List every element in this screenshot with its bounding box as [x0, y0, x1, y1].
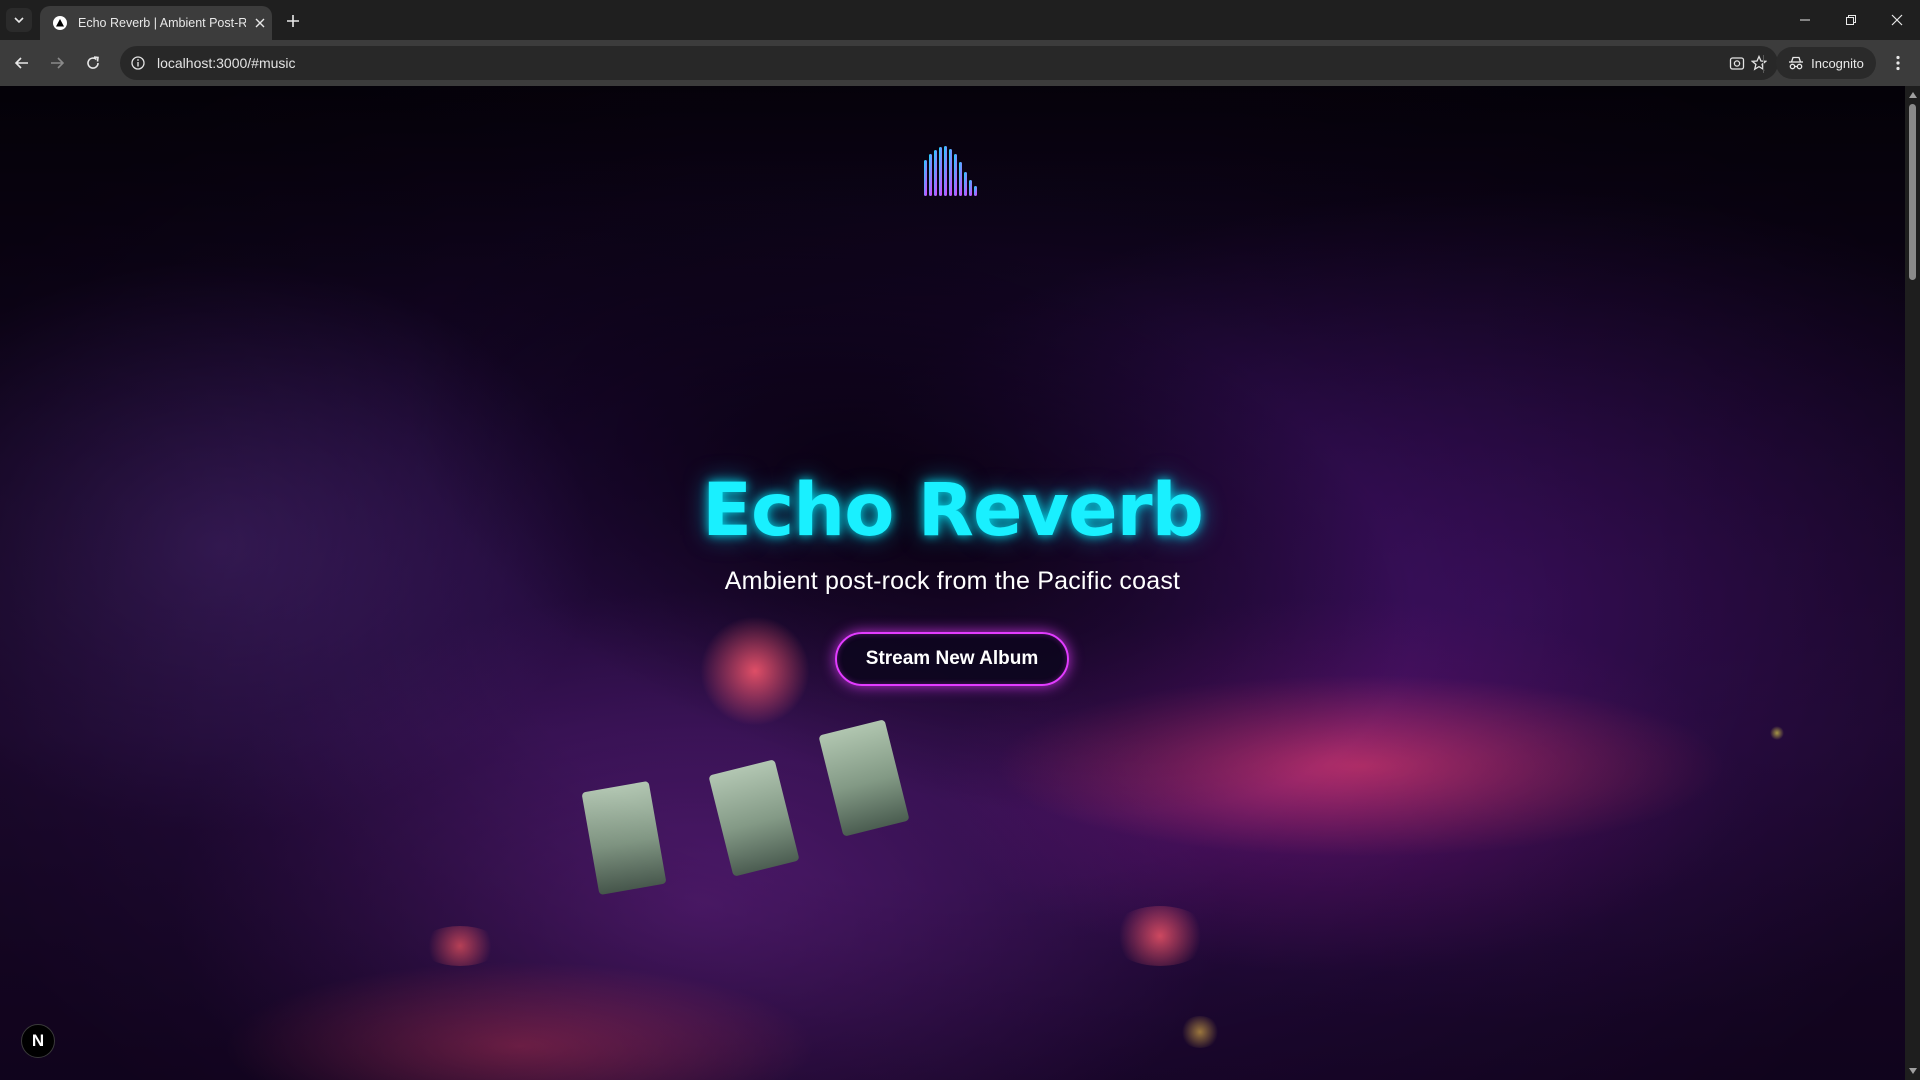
equalizer-bars-logo-icon: [924, 146, 977, 196]
back-button[interactable]: [10, 51, 34, 75]
close-window-button[interactable]: [1874, 0, 1920, 40]
browser-menu-button[interactable]: [1886, 51, 1910, 75]
tab-search-button[interactable]: [6, 8, 32, 32]
minimize-icon: [1800, 19, 1810, 21]
reload-icon: [87, 56, 99, 69]
hero-title: Echo Reverb: [702, 468, 1204, 553]
nextjs-dev-badge[interactable]: N: [21, 1024, 55, 1058]
page-viewport: Echo Reverb Ambient post-rock from the P…: [0, 86, 1905, 1080]
address-bar[interactable]: localhost:3000/#music: [120, 46, 1778, 80]
browser-toolbar: localhost:3000/#music Incognito: [0, 40, 1920, 86]
lens-icon: [1729, 57, 1745, 70]
arrow-left-icon: [14, 57, 28, 69]
bookmark-star-icon[interactable]: [1750, 54, 1768, 72]
incognito-profile-button[interactable]: Incognito: [1776, 47, 1876, 79]
site-info-icon[interactable]: [130, 55, 146, 71]
window-controls: [1782, 0, 1920, 40]
close-icon: [1891, 14, 1903, 26]
stream-new-album-button[interactable]: Stream New Album: [835, 632, 1069, 686]
screenshot-lens-button[interactable]: [1725, 51, 1749, 75]
arrow-right-icon: [51, 57, 65, 69]
restore-button[interactable]: [1828, 0, 1874, 40]
browser-titlebar: Echo Reverb | Ambient Post-Rock: [0, 0, 1920, 40]
incognito-icon: [1789, 56, 1804, 70]
tab-title: Echo Reverb | Ambient Post-Rock: [78, 16, 246, 30]
forward-button[interactable]: [45, 51, 69, 75]
page-scrollbar[interactable]: [1905, 86, 1920, 1080]
chevron-down-icon: [14, 17, 24, 24]
scrollbar-thumb[interactable]: [1909, 104, 1916, 280]
restore-icon: [1846, 15, 1856, 25]
incognito-label: Incognito: [1811, 55, 1864, 71]
triangle-logo-icon: [52, 15, 68, 31]
new-tab-button[interactable]: [282, 10, 304, 32]
minimize-button[interactable]: [1782, 0, 1828, 40]
plus-icon: [287, 15, 299, 27]
scroll-down-arrow-icon[interactable]: [1905, 1064, 1920, 1078]
scroll-up-arrow-icon[interactable]: [1905, 88, 1920, 102]
url-text: localhost:3000/#music: [157, 55, 296, 71]
browser-tab-active[interactable]: Echo Reverb | Ambient Post-Rock: [40, 6, 272, 40]
close-tab-icon[interactable]: [252, 15, 268, 31]
hero-subtitle: Ambient post-rock from the Pacific coast: [724, 567, 1181, 595]
kebab-menu-icon: [1896, 55, 1900, 71]
reload-button[interactable]: [81, 51, 105, 75]
toolbar-divider: [1763, 55, 1764, 73]
